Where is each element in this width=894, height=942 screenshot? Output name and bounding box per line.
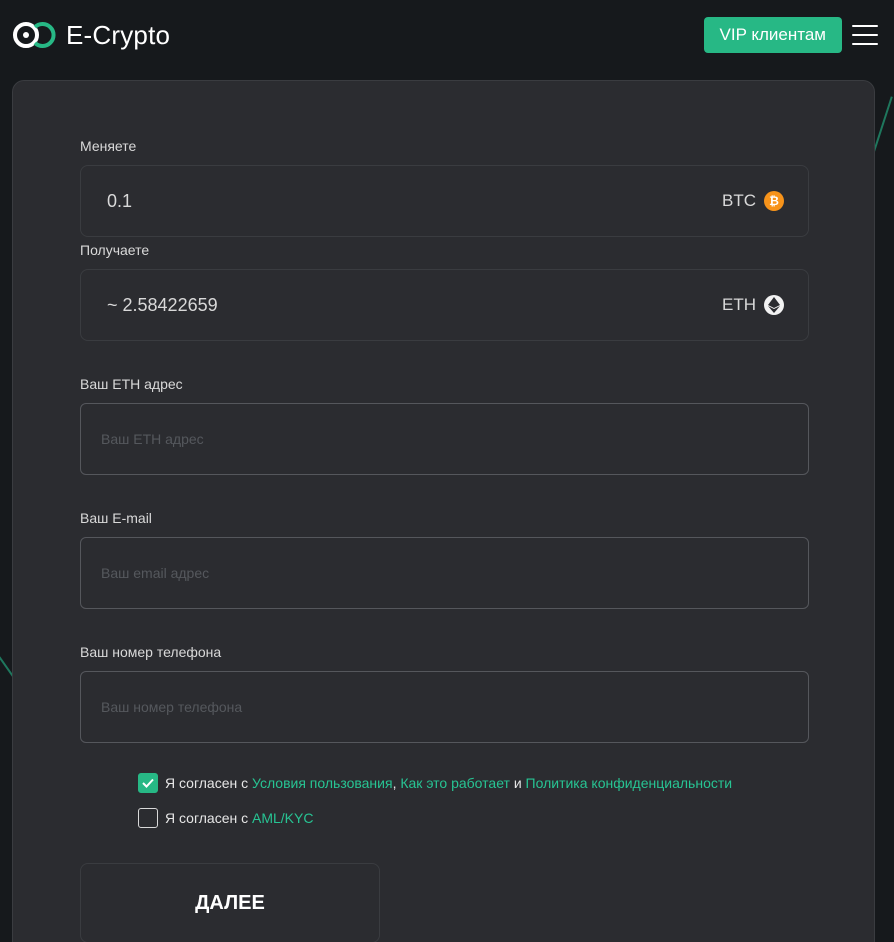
terms-of-use-link[interactable]: Условия пользования	[252, 775, 393, 791]
terms-checkbox[interactable]	[138, 773, 158, 793]
e-crypto-logo-icon	[13, 22, 56, 48]
aml-kyc-link[interactable]: AML/KYC	[252, 810, 313, 826]
get-label: Получаете	[80, 242, 150, 258]
eth-address-label: Ваш ETH адрес	[80, 376, 183, 392]
email-input[interactable]	[80, 537, 809, 609]
top-header: E-Crypto VIP клиентам	[0, 0, 894, 70]
brand[interactable]: E-Crypto	[12, 19, 170, 51]
bitcoin-icon: ₿	[764, 191, 784, 211]
give-label: Меняете	[80, 138, 137, 154]
aml-checkbox[interactable]	[138, 808, 158, 828]
get-currency[interactable]: ETH	[722, 295, 784, 315]
phone-label: Ваш номер телефона	[80, 644, 222, 660]
give-amount-box[interactable]: 0.1 BTC ₿	[80, 165, 809, 237]
header-actions: VIP клиентам	[703, 17, 878, 53]
vip-clients-button[interactable]: VIP клиентам	[703, 17, 842, 53]
next-button[interactable]: ДАЛЕЕ	[80, 863, 380, 942]
give-amount-value: 0.1	[107, 190, 133, 211]
exchange-form-card: Меняете 0.1 BTC ₿ Получаете ~ 2.58422659…	[12, 80, 875, 942]
get-amount-value: ~ 2.58422659	[107, 294, 218, 315]
hamburger-menu-icon[interactable]	[852, 25, 878, 45]
get-currency-label: ETH	[722, 295, 756, 314]
terms-separator-comma: ,	[392, 775, 397, 791]
give-currency-label: BTC	[722, 191, 756, 210]
checkmark-icon	[142, 778, 154, 788]
terms-agreement-row: Я согласен с Условия пользования, Как эт…	[138, 773, 732, 793]
terms-separator-and: и	[513, 775, 522, 791]
eth-address-input[interactable]	[80, 403, 809, 475]
privacy-policy-link[interactable]: Политика конфиденциальности	[526, 775, 733, 791]
give-currency[interactable]: BTC ₿	[722, 191, 784, 211]
aml-agreement-row: Я согласен с AML/KYC	[138, 808, 313, 828]
aml-prefix: Я согласен с	[165, 810, 249, 826]
phone-input[interactable]	[80, 671, 809, 743]
get-amount-box: ~ 2.58422659 ETH	[80, 269, 809, 341]
ethereum-icon	[764, 295, 784, 315]
how-it-works-link[interactable]: Как это работает	[400, 775, 510, 791]
brand-name: E-Crypto	[66, 19, 171, 50]
email-label: Ваш E-mail	[80, 510, 152, 526]
terms-prefix: Я согласен с	[165, 775, 249, 791]
